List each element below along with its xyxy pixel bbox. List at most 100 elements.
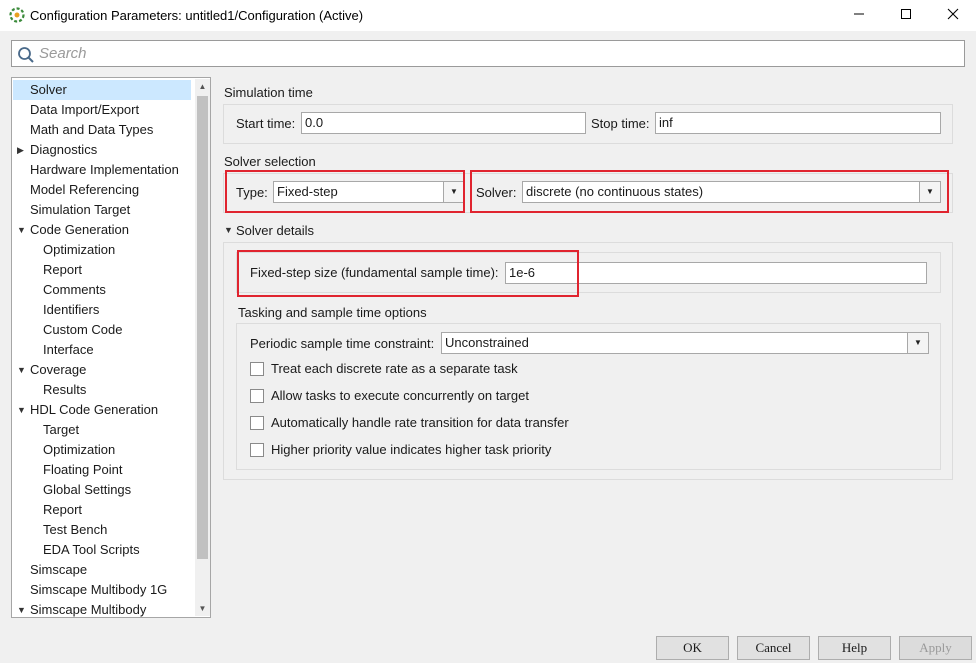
minimize-icon bbox=[853, 8, 865, 23]
tree-item-label: Results bbox=[43, 382, 87, 397]
tree-item-label: Global Settings bbox=[43, 482, 132, 497]
tree-item[interactable]: Interface bbox=[13, 340, 193, 360]
solver-selection-heading: Solver selection bbox=[224, 154, 316, 169]
stop-time-field[interactable]: inf bbox=[655, 112, 941, 134]
tree-item-label: Optimization bbox=[43, 242, 116, 257]
window-title: Configuration Parameters: untitled1/Conf… bbox=[30, 8, 364, 23]
category-tree[interactable]: Solver Data Import/Export Math and Data Ty… bbox=[11, 77, 211, 618]
scroll-thumb[interactable] bbox=[197, 96, 208, 559]
minimize-button[interactable] bbox=[836, 0, 882, 31]
tree-item-label: Simscape Multibody bbox=[30, 602, 147, 617]
title-bar: Configuration Parameters: untitled1/Conf… bbox=[0, 0, 976, 31]
tree-item-label: Target bbox=[43, 422, 80, 437]
tree-item-label: Diagnostics bbox=[30, 142, 98, 157]
tree-item[interactable]: Simscape Multibody 1G bbox=[13, 580, 193, 600]
apply-button[interactable]: Apply bbox=[899, 636, 972, 660]
step-size-highlight-box bbox=[237, 250, 579, 297]
tree-item[interactable]: Global Settings bbox=[13, 480, 193, 500]
tree-item[interactable]: Report bbox=[13, 500, 193, 520]
chevron-down-icon[interactable]: ▼ bbox=[907, 333, 928, 353]
tasking-group: Periodic sample time constraint: Unconst… bbox=[236, 323, 941, 470]
tree-item-label: Math and Data Types bbox=[30, 122, 154, 137]
tree-item[interactable]: Solver bbox=[13, 80, 191, 100]
tree-item[interactable]: Test Bench bbox=[13, 520, 193, 540]
tree-item-label: EDA Tool Scripts bbox=[43, 542, 140, 557]
tree-item[interactable]: EDA Tool Scripts bbox=[13, 540, 193, 560]
scroll-up-arrow-icon[interactable]: ▲ bbox=[195, 79, 210, 94]
tree-item[interactable]: Comments bbox=[13, 280, 193, 300]
tree-item[interactable]: ▼ Simscape Multibody bbox=[13, 600, 193, 617]
tree-item[interactable]: Data Import/Export bbox=[13, 100, 193, 120]
search-icon bbox=[17, 46, 35, 64]
sample-time-constraint-label: Periodic sample time constraint: bbox=[250, 336, 435, 351]
tree-item[interactable]: Report bbox=[13, 260, 193, 280]
checkbox-label[interactable]: Higher priority value indicates higher t… bbox=[271, 442, 551, 457]
tree-item-label: Data Import/Export bbox=[30, 102, 140, 117]
tasking-heading: Tasking and sample time options bbox=[238, 305, 427, 320]
tree-item[interactable]: Identifiers bbox=[13, 300, 193, 320]
scroll-down-arrow-icon[interactable]: ▼ bbox=[195, 601, 210, 616]
expand-arrow-icon[interactable]: ▼ bbox=[224, 225, 233, 235]
expand-arrow-icon[interactable]: ▼ bbox=[17, 400, 27, 420]
tree-item[interactable]: ▼ HDL Code Generation bbox=[13, 400, 193, 420]
solver-details-heading[interactable]: Solver details bbox=[236, 223, 314, 238]
tree-item-label: Report bbox=[43, 262, 83, 277]
tree-item-label: Interface bbox=[43, 342, 94, 357]
expand-arrow-icon[interactable]: ▼ bbox=[17, 600, 27, 617]
collapse-arrow-icon[interactable]: ▶ bbox=[17, 140, 27, 160]
tree-item[interactable]: Simscape bbox=[13, 560, 193, 580]
help-button[interactable]: Help bbox=[818, 636, 891, 660]
simulink-app-icon bbox=[9, 7, 25, 23]
tree-item[interactable]: Math and Data Types bbox=[13, 120, 193, 140]
sample-time-constraint-dropdown[interactable]: Unconstrained ▼ bbox=[441, 332, 929, 354]
tree-item[interactable]: ▼ Code Generation bbox=[13, 220, 193, 240]
tree-item[interactable]: Optimization bbox=[13, 440, 193, 460]
tree-item[interactable]: ▼ Coverage bbox=[13, 360, 193, 380]
tree-item[interactable]: Hardware Implementation bbox=[13, 160, 193, 180]
tree-item-label: Test Bench bbox=[43, 522, 108, 537]
tree-item-label: Floating Point bbox=[43, 462, 123, 477]
tree-item[interactable]: Target bbox=[13, 420, 193, 440]
tree-item[interactable]: Results bbox=[13, 380, 193, 400]
expand-arrow-icon[interactable]: ▼ bbox=[17, 360, 27, 380]
tree-item-label: Hardware Implementation bbox=[30, 162, 179, 177]
checkbox[interactable] bbox=[250, 416, 264, 430]
tree-item-label: Simulation Target bbox=[30, 202, 131, 217]
tree-item[interactable]: Optimization bbox=[13, 240, 193, 260]
tree-item[interactable]: Custom Code bbox=[13, 320, 193, 340]
checkbox-label[interactable]: Allow tasks to execute concurrently on t… bbox=[271, 388, 529, 403]
tree-item-label: Model Referencing bbox=[30, 182, 140, 197]
ok-button[interactable]: OK bbox=[656, 636, 729, 660]
maximize-button[interactable] bbox=[883, 0, 929, 31]
tree-item-label: Code Generation bbox=[30, 222, 130, 237]
start-time-field[interactable]: 0.0 bbox=[301, 112, 586, 134]
checkbox[interactable] bbox=[250, 362, 264, 376]
tree-item-label: Coverage bbox=[30, 362, 87, 377]
checkbox[interactable] bbox=[250, 443, 264, 457]
expand-arrow-icon[interactable]: ▼ bbox=[17, 220, 27, 240]
type-highlight-box bbox=[225, 170, 465, 213]
tree-item-label: Simscape bbox=[30, 562, 88, 577]
search-input[interactable]: Search bbox=[11, 40, 965, 67]
tree-item-label: Custom Code bbox=[43, 322, 123, 337]
tree-item[interactable]: Floating Point bbox=[13, 460, 193, 480]
tree-item-label: Identifiers bbox=[43, 302, 100, 317]
tree-item-label: Simscape Multibody 1G bbox=[30, 582, 168, 597]
maximize-icon bbox=[900, 8, 912, 23]
tree-item-label: HDL Code Generation bbox=[30, 402, 159, 417]
start-time-label: Start time: bbox=[236, 116, 296, 131]
tree-item[interactable]: ▶ Diagnostics bbox=[13, 140, 193, 160]
close-button[interactable] bbox=[930, 0, 976, 31]
sample-time-constraint-value: Unconstrained bbox=[445, 335, 529, 350]
tree-item[interactable]: Model Referencing bbox=[13, 180, 193, 200]
tree-item-label: Solver bbox=[30, 82, 67, 97]
checkbox[interactable] bbox=[250, 389, 264, 403]
cancel-button[interactable]: Cancel bbox=[737, 636, 810, 660]
tree-item-label: Comments bbox=[43, 282, 106, 297]
checkbox-label[interactable]: Treat each discrete rate as a separate t… bbox=[271, 361, 518, 376]
checkbox-label[interactable]: Automatically handle rate transition for… bbox=[271, 415, 569, 430]
simulation-time-heading: Simulation time bbox=[224, 85, 313, 100]
tree-item[interactable]: Simulation Target bbox=[13, 200, 193, 220]
tree-scrollbar[interactable]: ▲ ▼ bbox=[195, 79, 210, 616]
tree-item-label: Report bbox=[43, 502, 83, 517]
